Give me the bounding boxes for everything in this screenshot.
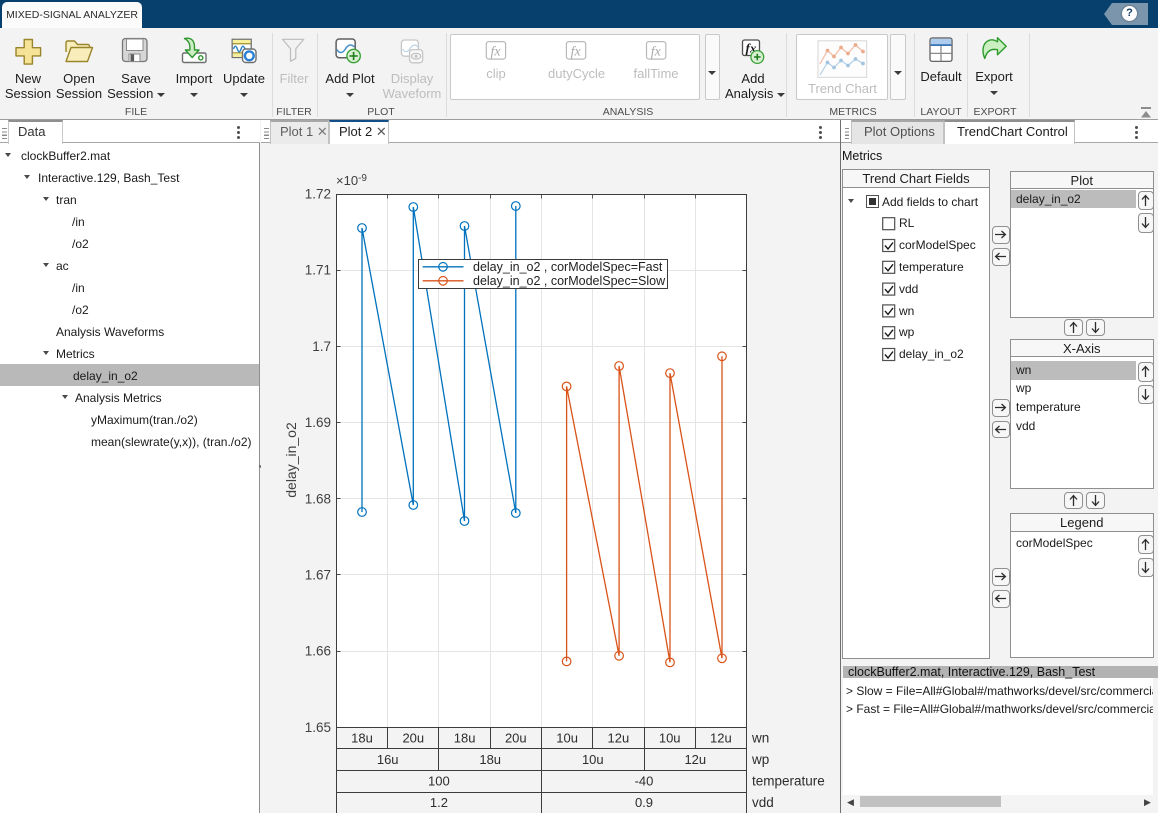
svg-text:12u: 12u <box>684 752 706 767</box>
svg-text:10u: 10u <box>582 752 604 767</box>
svg-text:1.65: 1.65 <box>305 720 331 735</box>
svg-text:18u: 18u <box>454 731 476 746</box>
svg-text:fx: fx <box>651 45 662 60</box>
svg-text:1.2: 1.2 <box>430 795 448 810</box>
svg-text:delay_in_o2: delay_in_o2 <box>283 422 299 498</box>
svg-text:0.9: 0.9 <box>635 795 653 810</box>
svg-text:vdd: vdd <box>752 795 774 810</box>
svg-text:-40: -40 <box>635 774 654 789</box>
svg-text:16u: 16u <box>377 752 399 767</box>
svg-text:delay_in_o2 , corModelSpec=Slo: delay_in_o2 , corModelSpec=Slow <box>473 274 666 288</box>
svg-text:wp: wp <box>751 752 769 767</box>
svg-text:20u: 20u <box>505 731 527 746</box>
svg-text:18u: 18u <box>479 752 501 767</box>
svg-text:1.67: 1.67 <box>305 568 331 583</box>
svg-text:fx: fx <box>491 45 502 60</box>
svg-text:1.7: 1.7 <box>312 339 331 354</box>
svg-text:temperature: temperature <box>752 774 825 789</box>
svg-text:20u: 20u <box>402 731 424 746</box>
svg-text:10u: 10u <box>556 731 578 746</box>
svg-text:1.69: 1.69 <box>305 415 331 430</box>
svg-text:delay_in_o2 , corModelSpec=Fas: delay_in_o2 , corModelSpec=Fast <box>473 260 663 274</box>
svg-text:1.68: 1.68 <box>305 491 331 506</box>
svg-text:1.66: 1.66 <box>305 644 331 659</box>
svg-text:100: 100 <box>428 774 450 789</box>
svg-text:1.71: 1.71 <box>305 263 331 278</box>
svg-text:fx: fx <box>571 45 582 60</box>
svg-text:18u: 18u <box>351 731 373 746</box>
svg-text:10u: 10u <box>659 731 681 746</box>
svg-text:×10-9: ×10-9 <box>336 173 367 188</box>
svg-text:12u: 12u <box>608 731 630 746</box>
svg-text:12u: 12u <box>710 731 732 746</box>
svg-text:1.72: 1.72 <box>305 187 331 202</box>
svg-text:wn: wn <box>751 731 769 746</box>
